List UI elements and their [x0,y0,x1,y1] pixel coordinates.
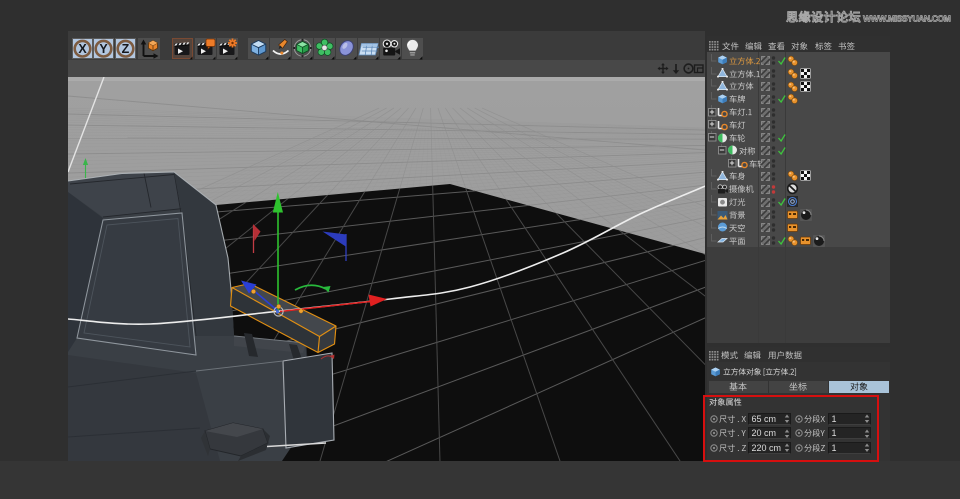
svg-text:X: X [78,42,87,56]
svg-text:Y: Y [100,42,109,56]
svg-text:Z: Z [122,42,130,56]
